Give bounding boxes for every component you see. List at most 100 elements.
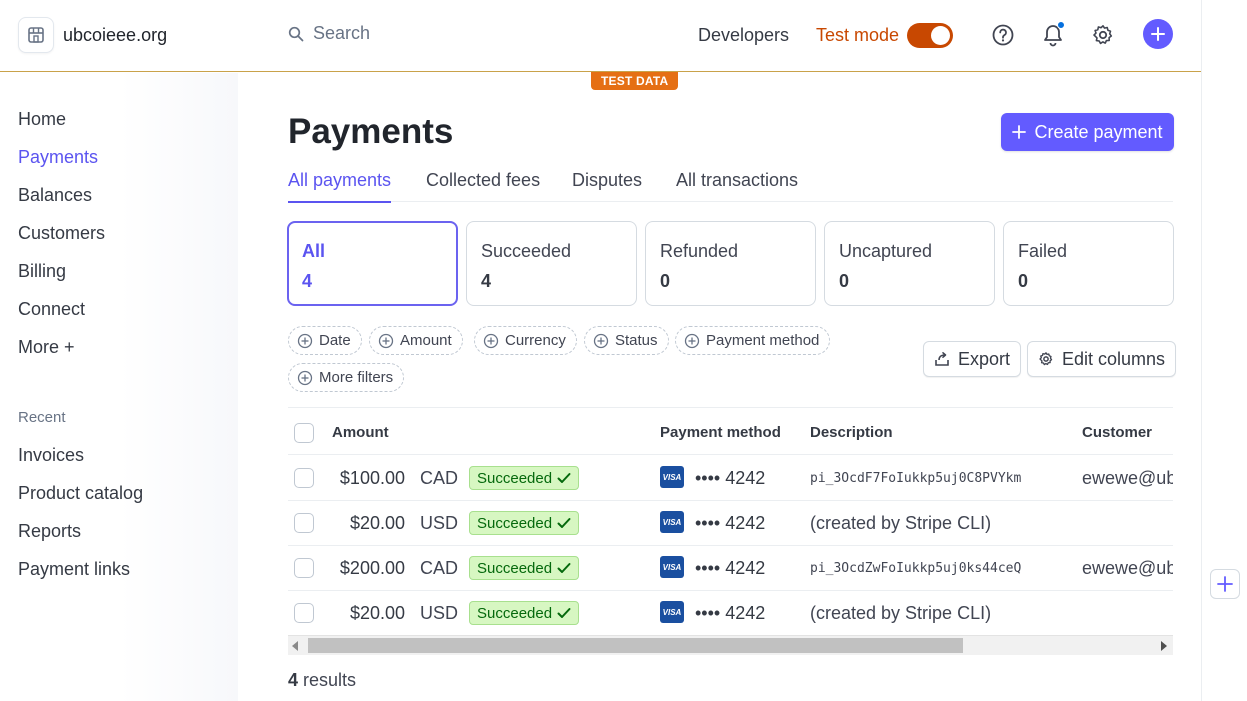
row-customer[interactable]: ewewe@ub <box>1082 468 1173 489</box>
recent-item-reports[interactable]: Reports <box>18 521 81 542</box>
filter-label: More filters <box>319 369 394 386</box>
row-customer[interactable]: ewewe@ub <box>1082 558 1173 579</box>
create-payment-button[interactable]: Create payment <box>1001 113 1174 151</box>
column-header-description[interactable]: Description <box>810 424 893 441</box>
row-currency: CAD <box>420 468 459 488</box>
table-row[interactable]: $100.00 CAD Succeeded VISA •••• 4242 pi_… <box>288 455 1173 501</box>
table-row[interactable]: $200.00 CAD Succeeded VISA •••• 4242 pi_… <box>288 546 1173 591</box>
settings-gear-icon[interactable] <box>1088 20 1118 50</box>
checkmark-icon <box>557 473 571 483</box>
row-currency: USD <box>420 603 459 623</box>
row-checkbox[interactable] <box>294 468 314 488</box>
status-badge: Succeeded <box>469 601 580 625</box>
results-count: 4 results <box>288 670 356 691</box>
sidebar-item-more[interactable]: More + <box>18 337 75 358</box>
test-mode-toggle[interactable] <box>907 23 953 48</box>
status-card-all[interactable]: All 4 <box>287 221 458 306</box>
export-button[interactable]: Export <box>923 341 1022 377</box>
top-header: ubcoieee.org Developers Test mode <box>0 0 1201 72</box>
quick-create-button[interactable] <box>1143 19 1173 49</box>
side-panel-add-button[interactable] <box>1210 569 1240 599</box>
row-checkbox[interactable] <box>294 513 314 533</box>
row-description: pi_3OcdZwFoIukkp5uj0ks44ceQ <box>810 561 1022 576</box>
gear-icon <box>1039 352 1053 366</box>
filter-amount[interactable]: Amount <box>369 326 463 355</box>
row-card-last4: •••• 4242 <box>695 513 766 533</box>
search-bar[interactable] <box>288 23 613 44</box>
select-all-checkbox[interactable] <box>294 423 314 443</box>
row-currency: USD <box>420 513 459 533</box>
add-circle-icon <box>684 333 700 348</box>
sidebar-item-balances[interactable]: Balances <box>18 185 92 206</box>
status-label: Succeeded <box>477 469 553 487</box>
recent-item-invoices[interactable]: Invoices <box>18 445 84 466</box>
row-checkbox[interactable] <box>294 603 314 623</box>
status-card-count: 4 <box>481 271 492 291</box>
filter-currency[interactable]: Currency <box>474 326 577 355</box>
filter-date[interactable]: Date <box>288 326 362 355</box>
export-label: Export <box>958 348 1011 369</box>
visa-card-icon: VISA <box>660 511 684 533</box>
status-card-succeeded[interactable]: Succeeded 4 <box>466 221 637 306</box>
tab-collected-fees[interactable]: Collected fees <box>426 170 540 201</box>
status-card-refunded[interactable]: Refunded 0 <box>645 221 816 306</box>
status-card-count: 0 <box>839 271 850 291</box>
search-input[interactable] <box>313 23 613 44</box>
scroll-left-arrow-icon[interactable] <box>292 641 298 651</box>
status-card-uncaptured[interactable]: Uncaptured 0 <box>824 221 995 306</box>
filter-more-filters[interactable]: More filters <box>288 363 405 392</box>
horizontal-scrollbar[interactable] <box>288 635 1173 655</box>
visa-card-icon: VISA <box>660 466 684 488</box>
developers-link[interactable]: Developers <box>698 25 789 46</box>
results-number: 4 <box>288 670 299 690</box>
tab-all-transactions[interactable]: All transactions <box>676 170 798 201</box>
add-circle-icon <box>483 333 499 348</box>
account-name[interactable]: ubcoieee.org <box>63 25 167 46</box>
row-amount: $20.00 <box>349 603 405 623</box>
plus-icon <box>1151 27 1165 41</box>
recent-item-product-catalog[interactable]: Product catalog <box>18 483 143 504</box>
sidebar-item-payments[interactable]: Payments <box>18 147 98 168</box>
edit-columns-label: Edit columns <box>1062 348 1166 369</box>
add-circle-icon <box>297 370 313 385</box>
account-store-icon[interactable] <box>18 17 54 53</box>
table-row[interactable]: $20.00 USD Succeeded VISA •••• 4242 (cre… <box>288 501 1173 546</box>
status-card-label: All <box>302 241 326 261</box>
checkmark-icon <box>557 563 571 573</box>
scroll-right-arrow-icon[interactable] <box>1161 641 1167 651</box>
filter-status[interactable]: Status <box>584 326 669 355</box>
status-card-label: Succeeded <box>481 241 572 261</box>
table-row[interactable]: $20.00 USD Succeeded VISA •••• 4242 (cre… <box>288 591 1173 635</box>
payments-table: Amount Payment method Description Custom… <box>288 407 1173 635</box>
column-header-amount[interactable]: Amount <box>332 424 389 441</box>
plus-icon <box>1012 125 1027 139</box>
status-card-label: Refunded <box>660 241 739 261</box>
row-amount: $100.00 <box>339 468 405 488</box>
test-data-badge: TEST DATA <box>591 72 679 90</box>
tab-all-payments[interactable]: All payments <box>288 170 392 203</box>
sidebar-item-customers[interactable]: Customers <box>18 223 105 244</box>
visa-card-icon: VISA <box>660 556 684 578</box>
sidebar-item-home[interactable]: Home <box>18 109 66 130</box>
row-amount: $20.00 <box>349 513 405 533</box>
edit-columns-button[interactable]: Edit columns <box>1027 341 1177 377</box>
checkmark-icon <box>557 518 571 528</box>
notifications-bell-icon[interactable] <box>1038 20 1068 50</box>
status-card-failed[interactable]: Failed 0 <box>1003 221 1174 306</box>
row-card-last4: •••• 4242 <box>695 603 766 623</box>
column-header-payment-method[interactable]: Payment method <box>660 424 781 441</box>
row-card-last4: •••• 4242 <box>695 558 766 578</box>
tab-disputes[interactable]: Disputes <box>572 170 642 201</box>
scrollbar-thumb[interactable] <box>308 638 963 653</box>
status-card-label: Failed <box>1018 241 1068 261</box>
row-description: (created by Stripe CLI) <box>810 513 992 533</box>
status-label: Succeeded <box>477 514 553 532</box>
recent-item-payment-links[interactable]: Payment links <box>18 559 130 580</box>
row-checkbox[interactable] <box>294 558 314 578</box>
filter-payment-method[interactable]: Payment method <box>675 326 831 355</box>
column-header-customer[interactable]: Customer <box>1082 424 1152 441</box>
sidebar-item-connect[interactable]: Connect <box>18 299 85 320</box>
row-amount: $200.00 <box>339 558 405 578</box>
help-icon[interactable] <box>988 20 1018 50</box>
sidebar-item-billing[interactable]: Billing <box>18 261 66 282</box>
